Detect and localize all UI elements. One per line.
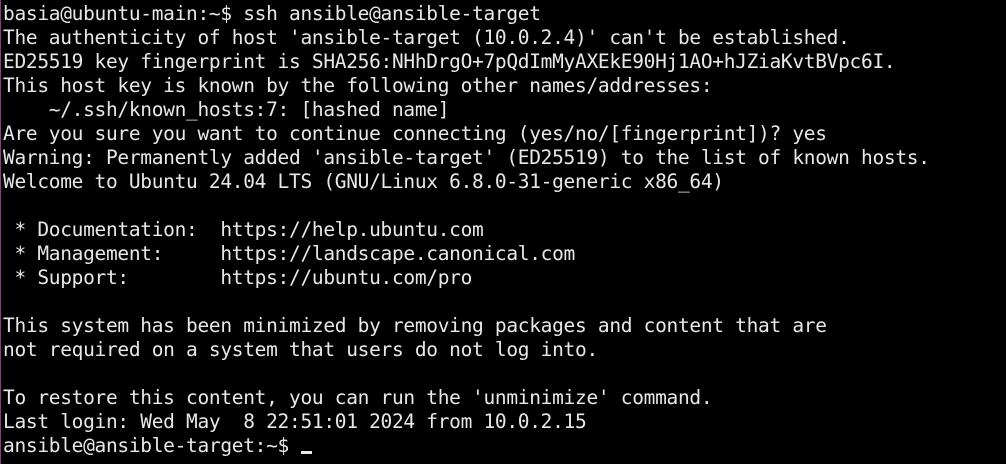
terminal-line: This system has been minimized by removi… [3,314,827,337]
terminal-line: To restore this content, you can run the… [3,386,713,409]
terminal-line: basia@ubuntu-main:~$ ssh ansible@ansible… [3,2,541,25]
terminal-line: ED25519 key fingerprint is SHA256:NHhDrg… [3,50,896,73]
terminal-line: not required on a system that users do n… [3,338,598,361]
terminal-line: * Documentation: https://help.ubuntu.com [3,218,484,241]
terminal-line: * Management: https://landscape.canonica… [3,242,576,265]
terminal-line: This host key is known by the following … [3,74,713,97]
terminal-line: * Support: https://ubuntu.com/pro [3,266,473,289]
terminal-line: Last login: Wed May 8 22:51:01 2024 from… [3,410,587,433]
terminal-line: Warning: Permanently added 'ansible-targ… [3,146,930,169]
terminal-line: ~/.ssh/known_hosts:7: [hashed name] [3,98,450,121]
terminal-line: Welcome to Ubuntu 24.04 LTS (GNU/Linux 6… [3,170,724,193]
terminal-line: The authenticity of host 'ansible-target… [3,26,850,49]
terminal-output[interactable]: basia@ubuntu-main:~$ ssh ansible@ansible… [3,2,1003,462]
text-cursor [301,451,313,454]
prompt-line[interactable]: ansible@ansible-target:~$ [3,434,1003,458]
window-edge [0,0,1,464]
terminal-line: Are you sure you want to continue connec… [3,122,827,145]
shell-prompt: ansible@ansible-target:~$ [3,434,301,457]
